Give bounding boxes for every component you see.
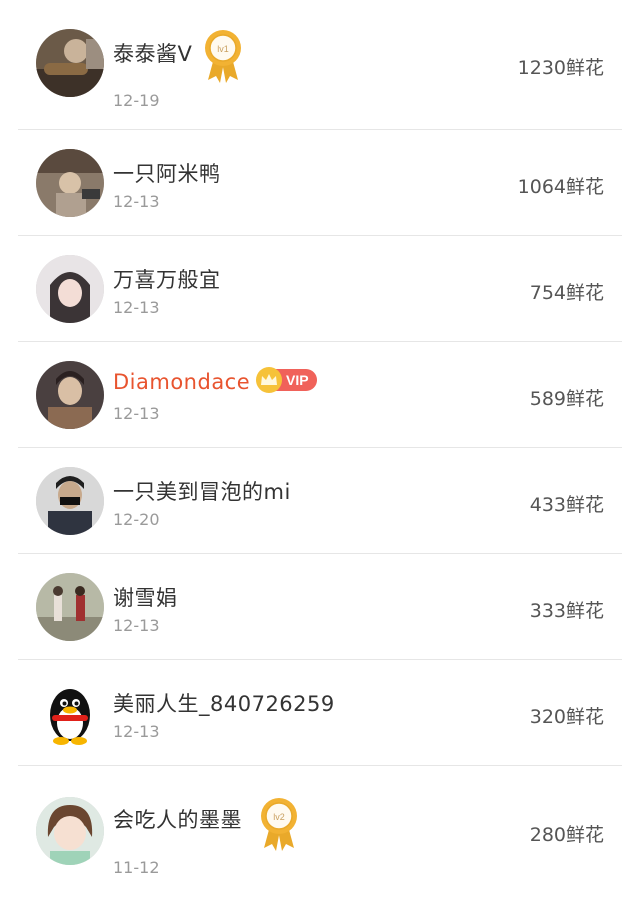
medal-badge-icon: lv1: [202, 28, 244, 88]
flower-count: 333鲜花: [529, 600, 604, 622]
avatar[interactable]: [36, 29, 104, 97]
user-name: 会吃人的墨墨: [113, 808, 242, 832]
list-item[interactable]: 美丽人生_840726259 12-13 320鲜花: [0, 660, 640, 766]
avatar[interactable]: [36, 573, 104, 641]
date: 11-12: [113, 858, 160, 877]
badge-level: lv2: [273, 812, 285, 822]
user-name: 谢雪娟: [113, 586, 178, 610]
gift-ranking-list: 泰泰酱V lv1 12-19 1230鲜花 一只阿米鸭 12-13 1064鲜花…: [0, 0, 640, 897]
date: 12-13: [113, 616, 160, 635]
date: 12-13: [113, 192, 160, 211]
qq-penguin-icon[interactable]: [36, 679, 104, 747]
flower-count: 320鲜花: [529, 706, 604, 728]
user-name: Diamondace: [113, 370, 251, 394]
list-item[interactable]: 一只美到冒泡的mi 12-20 433鲜花: [0, 448, 640, 554]
list-item[interactable]: 一只阿米鸭 12-13 1064鲜花: [0, 130, 640, 236]
vip-label: VIP: [276, 369, 317, 391]
vip-badge: VIP: [256, 367, 317, 393]
date: 12-19: [113, 91, 160, 110]
avatar[interactable]: [36, 149, 104, 217]
user-name: 泰泰酱V: [113, 42, 193, 66]
crown-icon: [256, 367, 282, 393]
medal-badge-icon: lv2: [258, 796, 300, 856]
avatar[interactable]: [36, 255, 104, 323]
user-name: 美丽人生_840726259: [113, 692, 335, 716]
avatar[interactable]: [36, 797, 104, 865]
date: 12-20: [113, 510, 160, 529]
list-item[interactable]: 泰泰酱V lv1 12-19 1230鲜花: [0, 0, 640, 130]
user-name: 一只美到冒泡的mi: [113, 480, 291, 504]
flower-count: 589鲜花: [529, 388, 604, 410]
flower-count: 280鲜花: [529, 824, 604, 846]
flower-count: 1230鲜花: [517, 57, 604, 79]
date: 12-13: [113, 404, 160, 423]
flower-count: 1064鲜花: [517, 176, 604, 198]
flower-count: 433鲜花: [529, 494, 604, 516]
date: 12-13: [113, 298, 160, 317]
list-item[interactable]: 谢雪娟 12-13 333鲜花: [0, 554, 640, 660]
user-name: 一只阿米鸭: [113, 162, 221, 186]
flower-count: 754鲜花: [529, 282, 604, 304]
date: 12-13: [113, 722, 160, 741]
list-item[interactable]: 会吃人的墨墨 lv2 11-12 280鲜花: [0, 766, 640, 897]
list-item[interactable]: Diamondace VIP 12-13 589鲜花: [0, 342, 640, 448]
avatar[interactable]: [36, 467, 104, 535]
list-item[interactable]: 万喜万般宜 12-13 754鲜花: [0, 236, 640, 342]
avatar[interactable]: [36, 361, 104, 429]
user-name: 万喜万般宜: [113, 268, 221, 292]
badge-level: lv1: [217, 44, 229, 54]
